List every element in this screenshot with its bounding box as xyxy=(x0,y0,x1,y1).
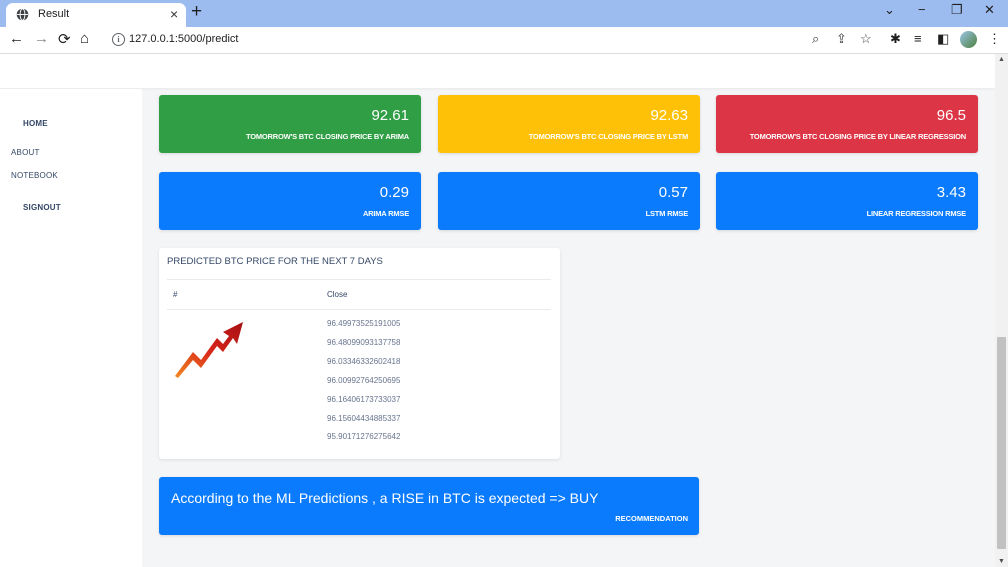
scrollbar-thumb[interactable] xyxy=(997,337,1006,549)
top-navbar xyxy=(0,54,995,88)
linear-regression-rmse-card: 3.43 LINEAR REGRESSION RMSE xyxy=(716,172,978,230)
new-tab-button[interactable]: + xyxy=(191,1,202,23)
lstm-rmse-card: 0.57 LSTM RMSE xyxy=(438,172,700,230)
recommendation-message: According to the ML Predictions , a RISE… xyxy=(171,490,599,506)
card-label: LINEAR REGRESSION RMSE xyxy=(866,209,967,218)
url-field[interactable]: i 127.0.0.1:5000/predict ⌕ ⇪ ☆ xyxy=(104,30,878,50)
table-row: 96.00992764250695 xyxy=(327,376,401,385)
forward-button[interactable]: → xyxy=(34,30,49,47)
tab-close-icon[interactable]: × xyxy=(170,6,178,22)
card-label: LSTM RMSE xyxy=(645,209,689,218)
sidebar-item-home[interactable]: HOME xyxy=(23,119,48,128)
card-value: 92.61 xyxy=(371,107,409,124)
table-row: 96.16406173733037 xyxy=(327,395,401,404)
column-header-index: # xyxy=(173,290,178,299)
table-row: 95.90171276275642 xyxy=(327,432,401,441)
lstm-price-card: 92.63 TOMORROW'S BTC CLOSING PRICE BY LS… xyxy=(438,95,700,153)
table-row: 96.49973525191005 xyxy=(327,319,401,328)
tab-title: Result xyxy=(38,8,70,20)
table-row: 96.48099093137758 xyxy=(327,338,401,347)
table-row: 96.15604434885337 xyxy=(327,414,401,423)
browser-tab-bar: Result × + ⌄ − ❐ ✕ xyxy=(0,0,1008,27)
card-label: TOMORROW'S BTC CLOSING PRICE BY ARIMA xyxy=(246,132,409,141)
linear-regression-price-card: 96.5 TOMORROW'S BTC CLOSING PRICE BY LIN… xyxy=(716,95,978,153)
sidebar-item-signout[interactable]: SIGNOUT xyxy=(23,203,61,212)
browser-tab[interactable]: Result × xyxy=(6,3,186,27)
reading-list-icon[interactable]: ≡ xyxy=(914,31,922,46)
card-value: 0.57 xyxy=(658,184,688,201)
reload-button[interactable]: ⟳ xyxy=(58,30,71,48)
divider xyxy=(167,279,551,280)
globe-icon xyxy=(16,8,29,21)
address-bar: ← → ⟳ ⌂ i 127.0.0.1:5000/predict ⌕ ⇪ ☆ ✱… xyxy=(0,27,1008,53)
rising-arrow-icon xyxy=(175,322,243,378)
chevron-down-icon[interactable]: ⌄ xyxy=(884,2,895,18)
restore-button[interactable]: ❐ xyxy=(951,2,963,18)
url-text[interactable]: 127.0.0.1:5000/predict xyxy=(129,33,238,45)
column-header-close: Close xyxy=(327,290,348,299)
card-value: 96.5 xyxy=(936,107,966,124)
sidebar-item-about[interactable]: ABOUT xyxy=(11,148,40,157)
card-value: 0.29 xyxy=(379,184,409,201)
minimize-button[interactable]: − xyxy=(918,2,926,17)
back-button[interactable]: ← xyxy=(9,30,24,47)
share-icon[interactable]: ⇪ xyxy=(836,31,847,47)
sidebar-item-notebook[interactable]: NOTEBOOK xyxy=(11,171,58,180)
scroll-down-icon[interactable]: ▼ xyxy=(998,558,1005,565)
info-icon[interactable]: i xyxy=(112,33,125,46)
page-scrollbar[interactable]: ▲ ▼ xyxy=(995,54,1008,567)
card-label: ARIMA RMSE xyxy=(362,209,409,218)
scroll-up-icon[interactable]: ▲ xyxy=(998,56,1005,63)
zoom-icon[interactable]: ⌕ xyxy=(812,31,819,47)
recommendation-label: RECOMMENDATION xyxy=(615,514,688,523)
menu-icon[interactable]: ⋮ xyxy=(988,31,1001,47)
main-content: 92.61 TOMORROW'S BTC CLOSING PRICE BY AR… xyxy=(142,89,995,567)
arima-rmse-card: 0.29 ARIMA RMSE xyxy=(159,172,421,230)
divider xyxy=(167,309,551,310)
card-label: TOMORROW'S BTC CLOSING PRICE BY LINEAR R… xyxy=(749,132,967,141)
forecast-title: PREDICTED BTC PRICE FOR THE NEXT 7 DAYS xyxy=(167,256,383,267)
recommendation-banner: According to the ML Predictions , a RISE… xyxy=(159,477,699,535)
forecast-panel: PREDICTED BTC PRICE FOR THE NEXT 7 DAYS … xyxy=(159,248,560,459)
card-label: TOMORROW'S BTC CLOSING PRICE BY LSTM xyxy=(528,132,689,141)
sidebar: HOME ABOUT NOTEBOOK SIGNOUT xyxy=(0,89,142,567)
profile-avatar[interactable] xyxy=(960,31,977,48)
arima-price-card: 92.61 TOMORROW'S BTC CLOSING PRICE BY AR… xyxy=(159,95,421,153)
card-value: 92.63 xyxy=(650,107,688,124)
extensions-icon[interactable]: ✱ xyxy=(890,31,901,47)
bookmark-star-icon[interactable]: ☆ xyxy=(860,31,872,47)
home-button[interactable]: ⌂ xyxy=(80,30,89,47)
table-row: 96.03346332602418 xyxy=(327,357,401,366)
close-window-button[interactable]: ✕ xyxy=(984,2,995,18)
card-value: 3.43 xyxy=(936,184,966,201)
side-panel-icon[interactable]: ◧ xyxy=(937,31,949,47)
